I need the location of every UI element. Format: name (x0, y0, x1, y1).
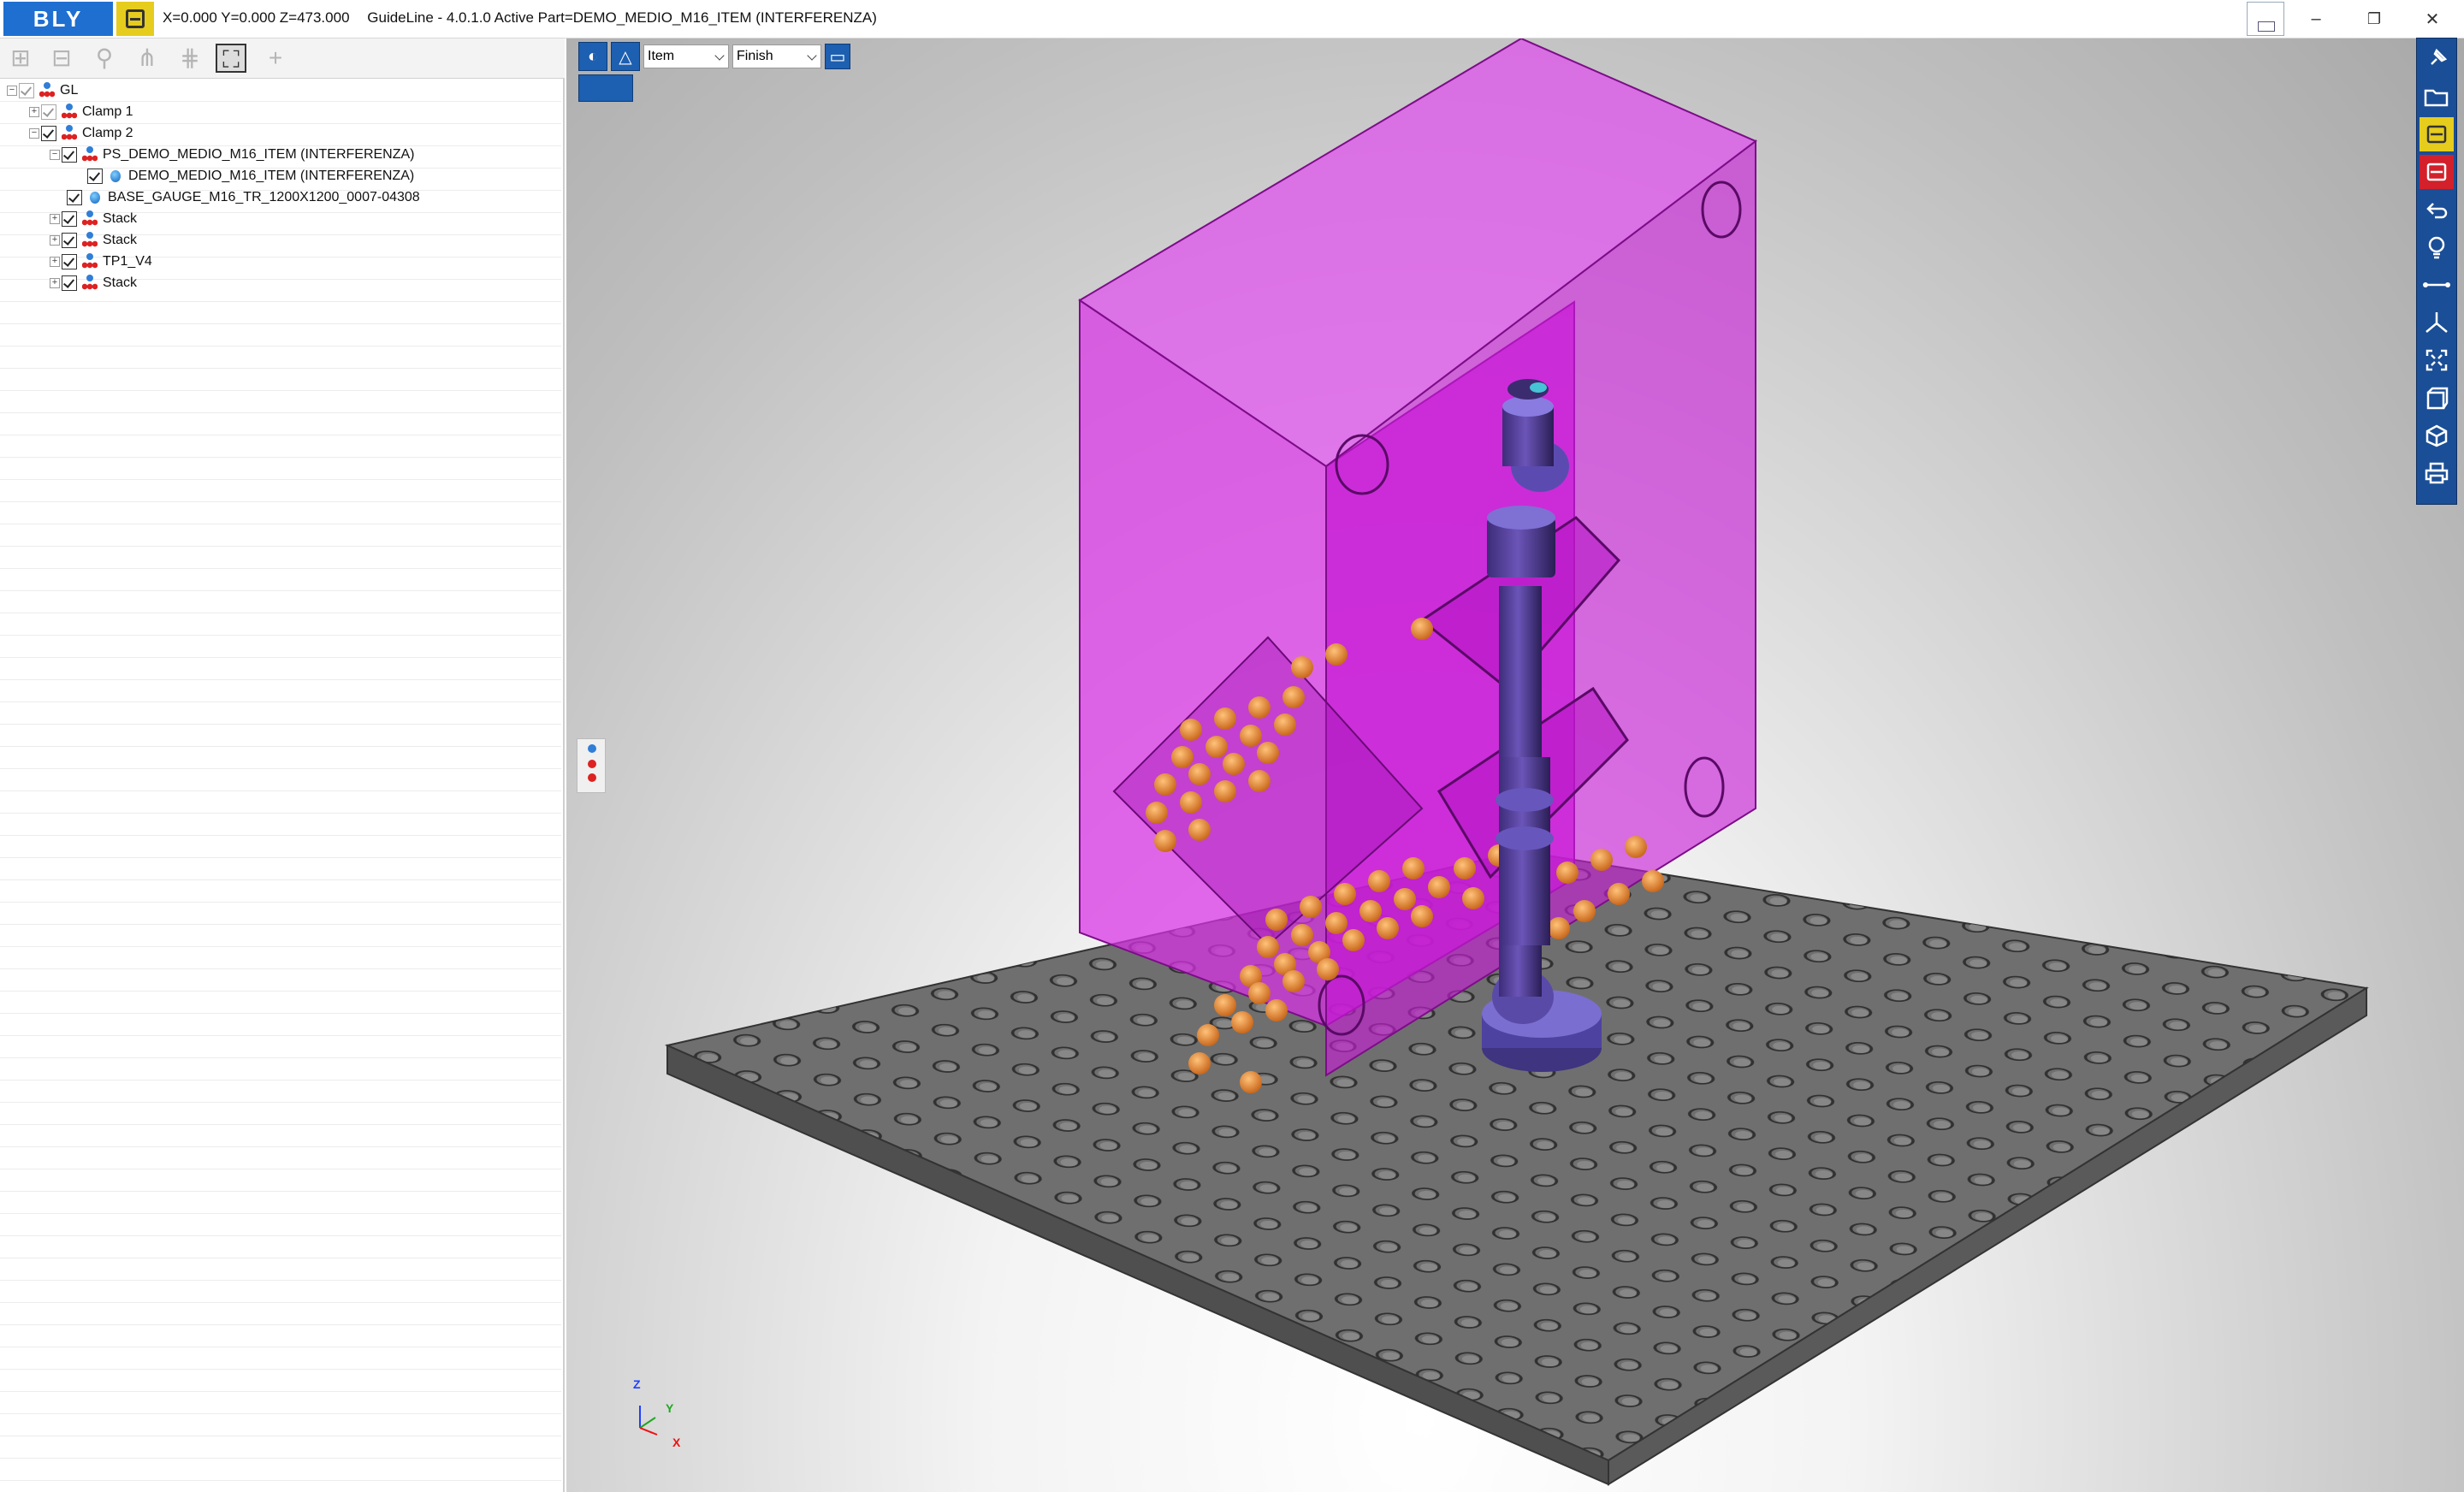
window-toggle-icon[interactable]: ▭ (825, 44, 850, 69)
collapse-icon[interactable]: − (29, 127, 39, 139)
axis-z-label: Z (633, 1377, 641, 1391)
expand-icon[interactable]: + (50, 213, 60, 224)
collapse-icon[interactable]: − (50, 149, 60, 160)
tree-item-label: Stack (103, 232, 138, 247)
finish-select-value: Finish (737, 49, 773, 63)
fit-view-icon[interactable] (2420, 343, 2454, 377)
layout-icon[interactable] (2247, 2, 2284, 36)
expand-icon[interactable]: + (50, 256, 60, 267)
tree-item-stack[interactable]: + Stack (50, 229, 137, 251)
expand-icon[interactable]: + (29, 106, 39, 117)
window-title: X=0.000 Y=0.000 Z=473.000 GuideLine - 4.… (163, 9, 877, 27)
axes-icon[interactable] (2420, 305, 2454, 340)
search-icon[interactable]: ⚲ (89, 44, 120, 73)
assembly-icon (62, 103, 77, 121)
red-part-icon[interactable] (2420, 155, 2454, 189)
tree-item-ps-demo[interactable]: − PS_DEMO_MEDIO_M16_ITEM (INTERFERENZA) (50, 144, 415, 165)
tree-item-label: Stack (103, 210, 138, 226)
collapse-icon[interactable]: − (7, 85, 17, 96)
yellow-part-icon[interactable] (2420, 117, 2454, 151)
tree-item-label: BASE_GAUGE_M16_TR_1200X1200_0007-04308 (108, 189, 420, 204)
transparency-icon[interactable]: △ (611, 42, 640, 71)
undo-icon[interactable] (2420, 192, 2454, 227)
assembly-icon (82, 231, 98, 249)
stack-indicator-icon[interactable] (577, 738, 606, 793)
tree-item-label: Stack (103, 275, 138, 290)
collapse-all-icon[interactable]: ⊟ (46, 44, 77, 73)
tree-item-label: DEMO_MEDIO_M16_ITEM (INTERFERENZA) (128, 168, 415, 183)
3d-scene[interactable]: Z Y X (566, 38, 2464, 1492)
checkbox[interactable] (62, 253, 77, 269)
tree-item-base-gauge[interactable]: BASE_GAUGE_M16_TR_1200X1200_0007-04308 (67, 186, 420, 208)
axis-y-label: Y (666, 1401, 674, 1415)
tree-item-label: Clamp 2 (82, 125, 133, 140)
checkbox[interactable] (19, 82, 34, 98)
open-folder-icon[interactable] (2420, 80, 2454, 114)
tree-item-gl[interactable]: − GL (7, 80, 78, 101)
minimize-button[interactable]: – (2288, 0, 2344, 38)
checkbox[interactable] (62, 232, 77, 248)
assembly-icon (39, 81, 55, 99)
tree-item-stack[interactable]: + Stack (50, 272, 137, 293)
viewport-toolbar: ◐ △ Item Finish ▭ (578, 42, 850, 71)
tree-item-clamp-2[interactable]: − Clamp 2 (29, 122, 133, 144)
tree-toolbar: ⊞ ⊟ ⚲ ⋔ ⋕ ⛶ + (0, 38, 565, 79)
chevron-down-icon (807, 50, 817, 61)
assembly-icon (82, 274, 98, 292)
tree-collapse-icon[interactable]: ⋕ (175, 44, 205, 73)
checkbox[interactable] (41, 104, 56, 120)
expand-all-icon[interactable]: ⊞ (5, 44, 36, 73)
tree-item-label: GL (60, 82, 79, 98)
lightbulb-icon[interactable] (2420, 230, 2454, 264)
assembly-icon (82, 145, 98, 163)
measure-icon[interactable] (2420, 268, 2454, 302)
app-title: GuideLine - 4.0.1.0 Active Part=DEMO_MED… (367, 9, 877, 26)
assembly-tree: − GL + Clamp 1 − Clamp 2 − PS_DEMO_MEDIO… (0, 80, 561, 1491)
checkbox[interactable] (62, 275, 77, 291)
checkbox[interactable] (41, 125, 56, 141)
axis-x-label: X (672, 1436, 681, 1449)
checkbox[interactable] (62, 210, 77, 227)
b-logo-button[interactable] (116, 2, 154, 36)
expand-icon[interactable]: + (50, 277, 60, 288)
tree-item-label: Clamp 1 (82, 104, 133, 119)
title-bar: BLY X=0.000 Y=0.000 Z=473.000 GuideLine … (0, 0, 2464, 38)
iso-view-icon[interactable] (2420, 418, 2454, 453)
assembly-icon (82, 252, 98, 270)
checkbox[interactable] (87, 168, 103, 184)
tree-expand-icon[interactable]: ⋔ (132, 44, 163, 73)
assembly-icon (62, 124, 77, 142)
shading-mode-icon[interactable]: ◐ (578, 42, 607, 71)
tree-item-stack[interactable]: + Stack (50, 208, 137, 229)
bly-logo[interactable]: BLY (3, 2, 113, 36)
part-icon (108, 168, 123, 185)
tree-item-tp1-v4[interactable]: + TP1_V4 (50, 251, 152, 272)
assembly-icon (82, 210, 98, 228)
tree-item-label: TP1_V4 (103, 253, 152, 269)
view-angle-icon[interactable] (578, 74, 633, 102)
tree-panel: ⊞ ⊟ ⚲ ⋔ ⋕ ⛶ + − GL + Clamp 1 − Clamp 2 − (0, 38, 565, 1492)
cursor-coordinates: X=0.000 Y=0.000 Z=473.000 (163, 9, 350, 26)
axis-triad (639, 1406, 658, 1436)
chevron-down-icon (714, 50, 725, 61)
view-cube-icon[interactable] (2420, 381, 2454, 415)
finish-select[interactable]: Finish (732, 44, 821, 68)
select-frame-icon[interactable]: ⛶ (216, 44, 246, 73)
checkbox[interactable] (67, 189, 82, 205)
tree-item-demo-part[interactable]: DEMO_MEDIO_M16_ITEM (INTERFERENZA) (87, 165, 414, 186)
add-icon[interactable]: + (260, 44, 291, 73)
part-icon (87, 189, 103, 206)
3d-viewport[interactable]: Z Y X ◐ △ Item Finish ▭ (566, 38, 2464, 1492)
pin-icon[interactable] (2420, 42, 2454, 76)
item-select-value: Item (648, 49, 675, 63)
expand-icon[interactable]: + (50, 234, 60, 246)
checkbox[interactable] (62, 146, 77, 163)
restore-button[interactable]: ❐ (2346, 0, 2402, 38)
tree-item-clamp-1[interactable]: + Clamp 1 (29, 101, 133, 122)
right-toolbar (2416, 38, 2457, 505)
print-icon[interactable] (2420, 456, 2454, 490)
close-button[interactable]: ✕ (2404, 0, 2461, 38)
tree-item-label: PS_DEMO_MEDIO_M16_ITEM (INTERFERENZA) (103, 146, 415, 162)
item-select[interactable]: Item (643, 44, 729, 68)
